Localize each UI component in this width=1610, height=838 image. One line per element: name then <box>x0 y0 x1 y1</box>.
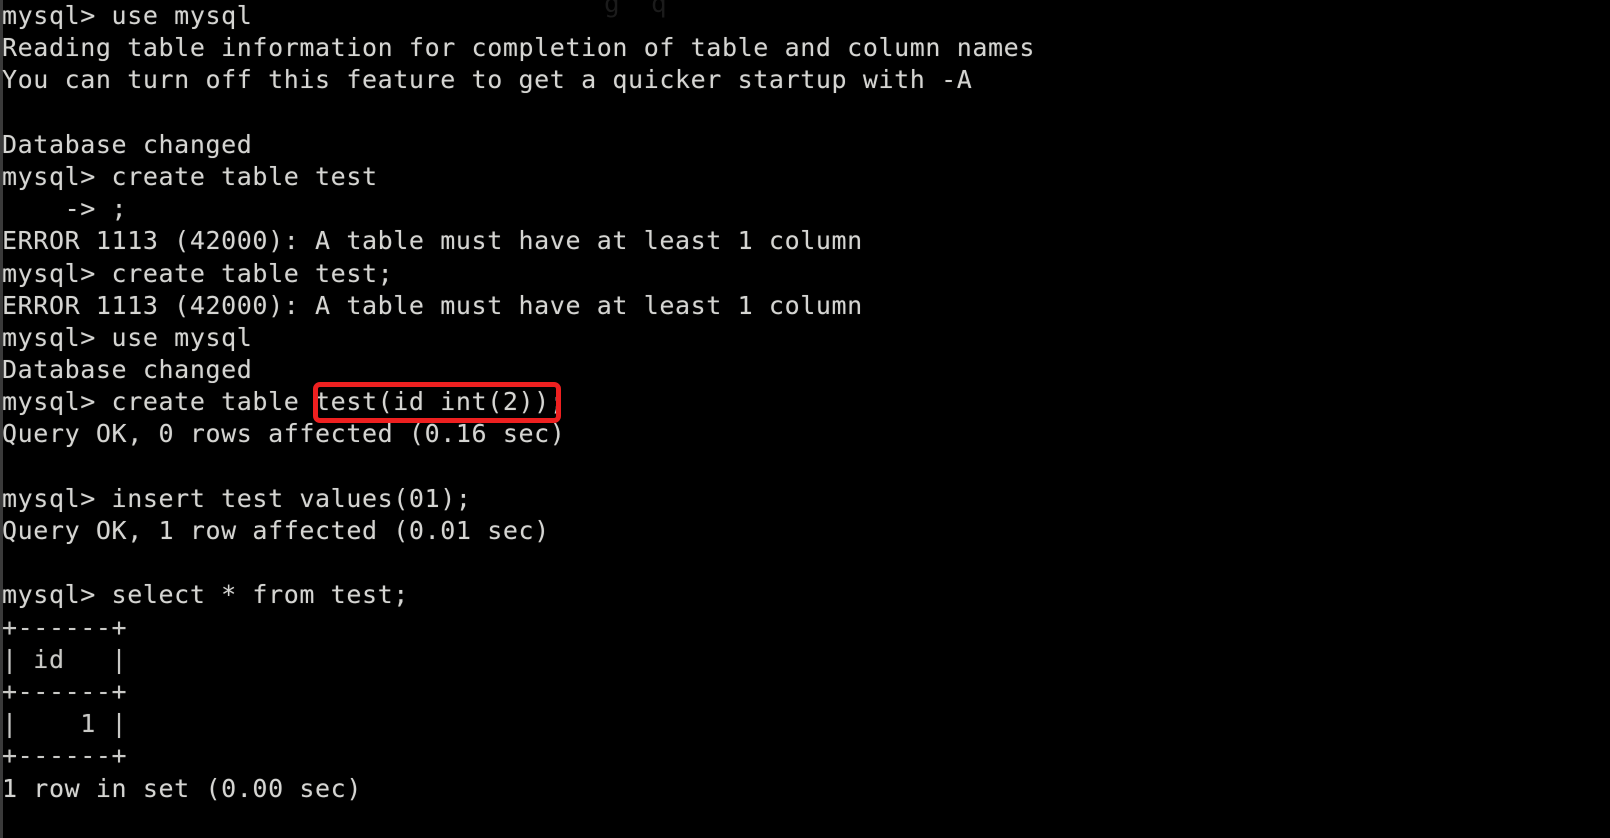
console-line: Query OK, 0 rows affected (0.16 sec) <box>2 419 566 449</box>
console-line: mysql> create table test; <box>2 258 394 288</box>
console-line: mysql> insert test values(01); <box>2 483 472 513</box>
console-line: You can turn off this feature to get a q… <box>2 65 973 95</box>
console-line: ERROR 1113 (42000): A table must have at… <box>2 226 863 256</box>
console-line: | id | <box>2 644 128 674</box>
console-line: Reading table information for completion… <box>2 33 1035 63</box>
console-line: 1 row in set (0.00 sec) <box>2 773 362 803</box>
console-line: Query OK, 1 row affected (0.01 sec) <box>2 516 550 545</box>
console-line: +------+ <box>2 612 128 642</box>
console-line: mysql> select * from test; <box>2 580 409 610</box>
console-line: Database changed <box>2 129 253 159</box>
console-line: mysql> create table test <box>2 161 378 191</box>
console-line: +------+ <box>2 741 128 771</box>
console-line: ERROR 1113 (42000): A table must have at… <box>2 290 863 320</box>
console-line: mysql> create table test(id int(2)); <box>2 387 566 417</box>
console-line: mysql> use mysql <box>2 322 253 352</box>
console-line: -> ; <box>2 194 128 224</box>
console-line: | 1 | <box>2 709 128 739</box>
console-line: Database changed <box>2 355 253 385</box>
terminal-window: g q mysql> use mysql Reading table inform… <box>0 0 1610 838</box>
console-output[interactable]: mysql> use mysql Reading table informatio… <box>0 0 1610 805</box>
console-line: mysql> use mysql <box>2 1 253 30</box>
console-line: +------+ <box>2 676 128 706</box>
